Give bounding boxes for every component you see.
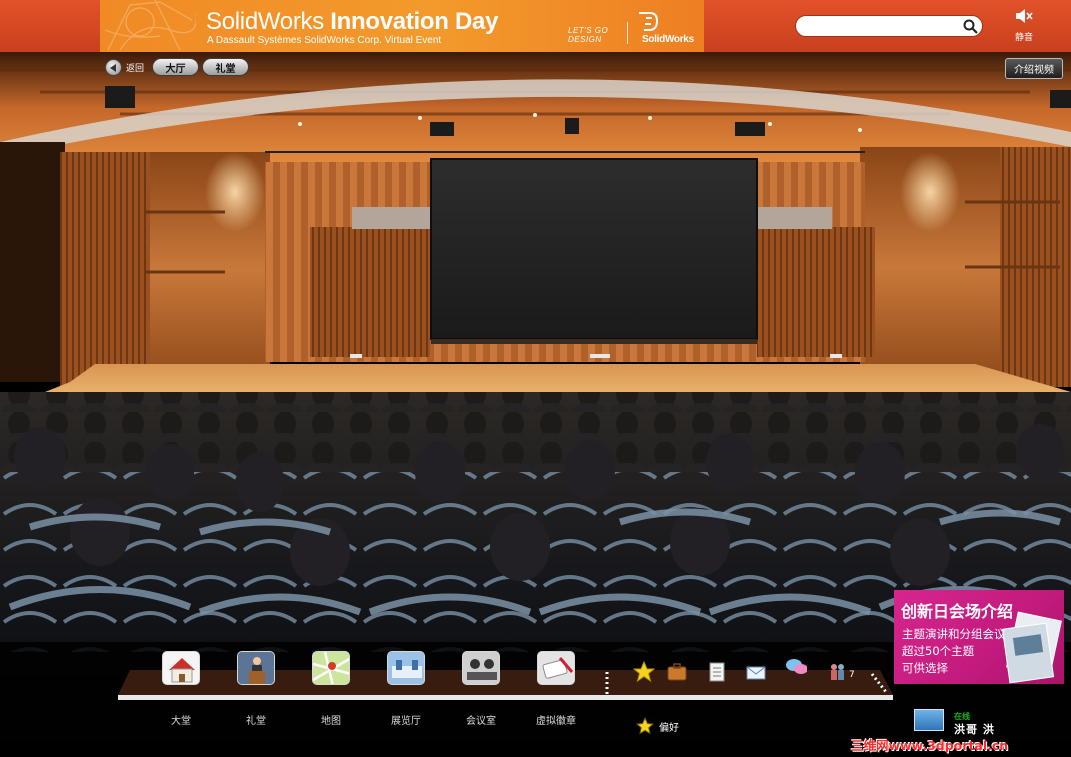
dock-item-virtual-badge[interactable] (537, 651, 575, 685)
event-title-part2: Innovation Day (330, 8, 499, 35)
dock-item-meeting-room[interactable] (462, 651, 500, 685)
dock-item-auditorium[interactable] (237, 651, 275, 685)
favorites-label[interactable]: 偏好 (659, 719, 679, 734)
nav-auditorium-button[interactable]: 礼堂 (202, 58, 249, 76)
search-box[interactable] (795, 15, 983, 37)
dock-item-lobby[interactable] (162, 651, 200, 685)
avatar[interactable] (914, 709, 944, 731)
dock-item-map[interactable] (312, 651, 350, 685)
map-icon (313, 652, 349, 684)
dock-label-meeting-room[interactable]: 会议室 (446, 712, 516, 727)
back-arrow-icon[interactable] (105, 58, 122, 76)
tagline: LET'S GO DESIGN (568, 26, 608, 44)
promo-line: 主题演讲和分组会议 (902, 627, 1006, 641)
dock-item-exhibit-hall[interactable] (387, 651, 425, 685)
nav-lobby-button[interactable]: 大厅 (152, 58, 199, 76)
promo-line: 超过50个主题 (902, 644, 975, 658)
meeting-room-icon (463, 652, 499, 684)
people-icon[interactable] (826, 661, 848, 683)
favorites-star-icon[interactable] (636, 717, 654, 735)
mail-icon[interactable] (745, 661, 767, 683)
intro-video-button[interactable]: 介绍视频 (1005, 58, 1063, 79)
mute-label[interactable]: 静音 (1010, 30, 1038, 43)
exhibit-hall-icon (388, 652, 424, 684)
podium-icon (238, 652, 274, 684)
site-watermark: 三维网www.3dportal.cn (851, 738, 1009, 753)
search-icon[interactable] (963, 19, 978, 34)
event-title-part1: SolidWorks (206, 8, 331, 35)
event-title: SolidWorks Innovation Day (206, 8, 498, 36)
dock-label-exhibit-hall[interactable]: 展览厅 (371, 712, 441, 727)
virtual-badge-icon (538, 652, 574, 684)
notes-icon[interactable] (706, 661, 728, 683)
back-button[interactable]: 返回 (105, 58, 144, 76)
top-banner: SolidWorks Innovation Day A Dassault Sys… (0, 0, 1071, 52)
star-icon[interactable] (633, 661, 655, 683)
dock-label-map[interactable]: 地图 (296, 712, 366, 727)
logo-divider (627, 22, 628, 44)
promo-line: 可供选择 (902, 661, 948, 675)
dock-label-lobby[interactable]: 大堂 (146, 712, 216, 727)
search-input[interactable] (804, 19, 954, 34)
dock-label-auditorium[interactable]: 礼堂 (221, 712, 291, 727)
speaker-icon[interactable] (1015, 9, 1033, 23)
briefcase-icon[interactable] (666, 661, 688, 683)
dock-label-virtual-badge[interactable]: 虚拟徽章 (521, 712, 591, 727)
chat-icon[interactable] (785, 656, 807, 678)
tagline-line1: LET'S GO (568, 26, 609, 35)
online-people-count: 7 (849, 670, 855, 680)
solidworks-logo-text: SolidWorks (642, 34, 694, 45)
decorative-sketch-art (104, 0, 196, 51)
event-subtitle: A Dassault Systèmes SolidWorks Corp. Vir… (207, 35, 442, 46)
back-label[interactable]: 返回 (126, 61, 144, 74)
tagline-line2: DESIGN (568, 35, 602, 44)
house-icon (169, 658, 195, 683)
promo-title: 创新日会场介绍 (901, 602, 1014, 621)
ds-logo-icon (639, 12, 659, 31)
venue-intro-promo[interactable]: 创新日会场介绍 主题演讲和分组会议 超过50个主题 可供选择 (894, 590, 1064, 684)
event-brand-banner: SolidWorks Innovation Day A Dassault Sys… (100, 0, 704, 52)
